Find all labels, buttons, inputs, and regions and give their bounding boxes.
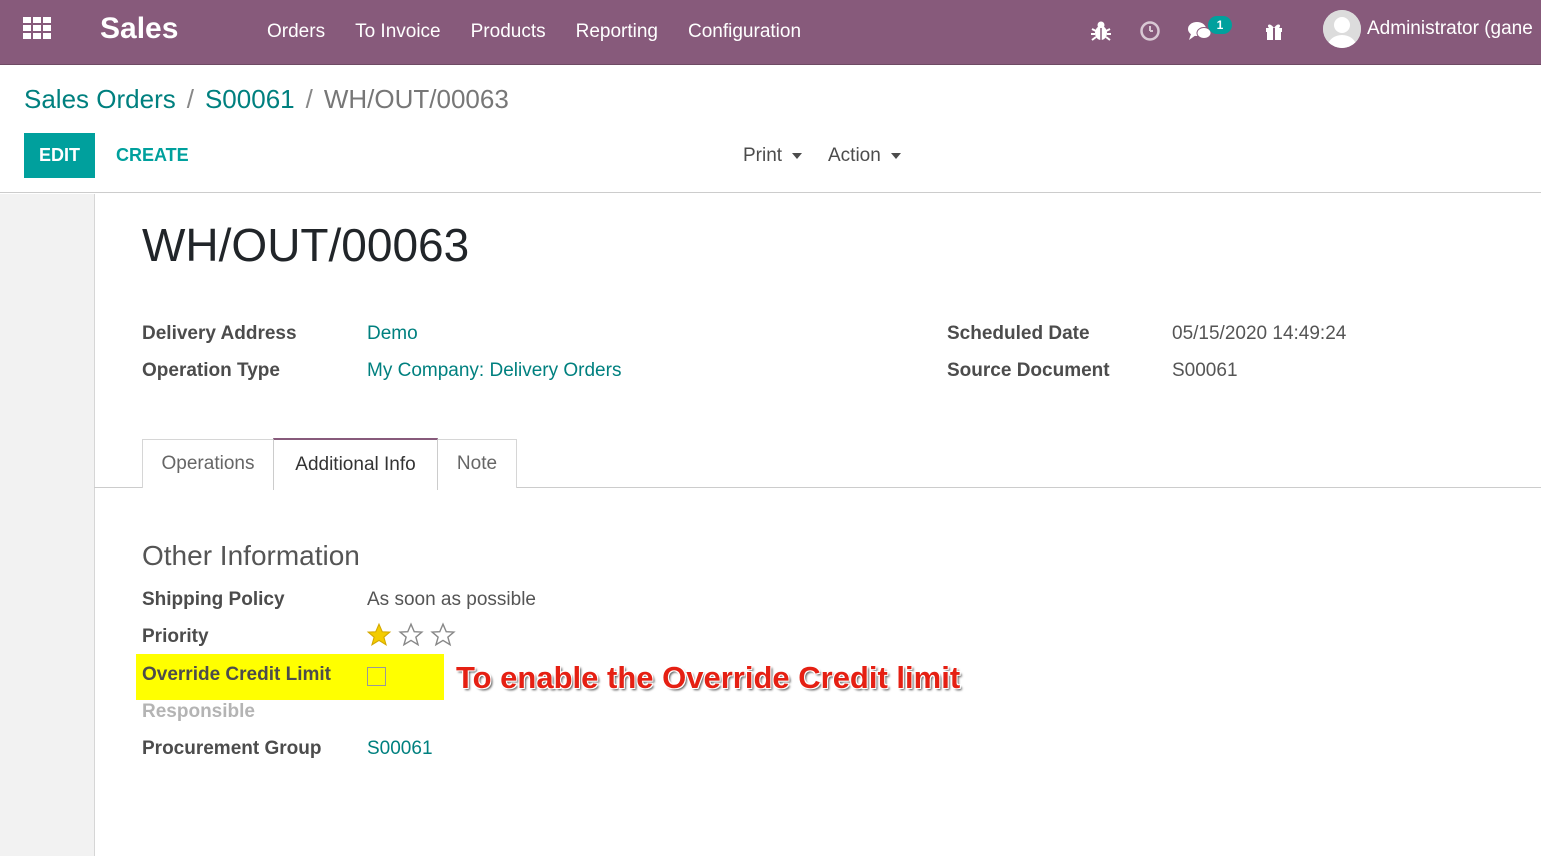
menu-products[interactable]: Products	[456, 21, 561, 43]
shipping-policy-value[interactable]: As soon as possible	[367, 589, 536, 611]
source-document-value: S00061	[1172, 360, 1238, 381]
override-credit-limit-label: Override Credit Limit	[142, 664, 331, 685]
priority-label: Priority	[142, 626, 209, 647]
source-document-label: Source Document	[947, 360, 1110, 381]
action-label: Action	[828, 144, 881, 166]
main-menu: Orders To Invoice Products Reporting Con…	[252, 0, 816, 64]
top-navbar: Sales Orders To Invoice Products Reporti…	[0, 0, 1541, 65]
breadcrumb-separator: /	[305, 84, 313, 114]
clock-icon[interactable]	[1137, 18, 1163, 44]
annotation-text: To enable the Override Credit limit	[456, 660, 961, 695]
caret-down-icon	[890, 152, 901, 159]
breadcrumb-sale-order[interactable]: S00061	[205, 84, 295, 115]
user-avatar[interactable]	[1323, 10, 1361, 48]
breadcrumb: Sales Orders / S00061 / WH/OUT/00063	[24, 84, 509, 115]
caret-down-icon	[792, 152, 803, 159]
responsible-label: Responsible	[142, 701, 255, 722]
breadcrumb-separator: /	[186, 84, 194, 114]
apps-grid-icon[interactable]	[23, 17, 51, 41]
gift-icon[interactable]	[1261, 18, 1287, 44]
messages-count-badge: 1	[1208, 16, 1232, 34]
user-name[interactable]: Administrator (gane	[1367, 18, 1533, 40]
operation-type-label: Operation Type	[142, 360, 280, 381]
tab-additional-info[interactable]: Additional Info	[273, 438, 438, 490]
delivery-address-value[interactable]: Demo	[367, 323, 418, 345]
record-title: WH/OUT/00063	[142, 219, 470, 271]
print-label: Print	[743, 144, 783, 166]
bug-icon[interactable]	[1088, 18, 1114, 44]
tab-note[interactable]: Note	[437, 439, 517, 488]
procurement-group-value[interactable]: S00061	[367, 738, 433, 760]
print-dropdown[interactable]: Print	[743, 133, 803, 178]
delivery-address-label: Delivery Address	[142, 323, 297, 344]
control-panel-divider	[0, 192, 1541, 193]
menu-reporting[interactable]: Reporting	[561, 21, 673, 43]
menu-configuration[interactable]: Configuration	[673, 21, 816, 43]
edit-button[interactable]: EDIT	[24, 133, 95, 178]
scheduled-date-label: Scheduled Date	[947, 323, 1090, 344]
app-title[interactable]: Sales	[100, 12, 178, 46]
section-title: Other Information	[142, 540, 360, 571]
operation-type-value[interactable]: My Company: Delivery Orders	[367, 360, 621, 382]
override-credit-limit-checkbox[interactable]	[367, 667, 386, 686]
breadcrumb-sales-orders[interactable]: Sales Orders	[24, 84, 176, 115]
breadcrumb-current: WH/OUT/00063	[323, 84, 509, 114]
menu-to-invoice[interactable]: To Invoice	[340, 21, 456, 43]
tab-operations[interactable]: Operations	[142, 439, 274, 488]
shipping-policy-label: Shipping Policy	[142, 589, 285, 610]
menu-orders[interactable]: Orders	[252, 21, 340, 43]
star-filled-icon[interactable]	[366, 622, 392, 648]
scheduled-date-value: 05/15/2020 14:49:24	[1172, 323, 1347, 344]
create-button[interactable]: CREATE	[116, 133, 189, 178]
action-dropdown[interactable]: Action	[828, 133, 901, 178]
procurement-group-label: Procurement Group	[142, 738, 322, 759]
sheet-left-margin	[0, 194, 95, 856]
star-empty-icon[interactable]	[430, 622, 456, 648]
star-empty-icon[interactable]	[398, 622, 424, 648]
